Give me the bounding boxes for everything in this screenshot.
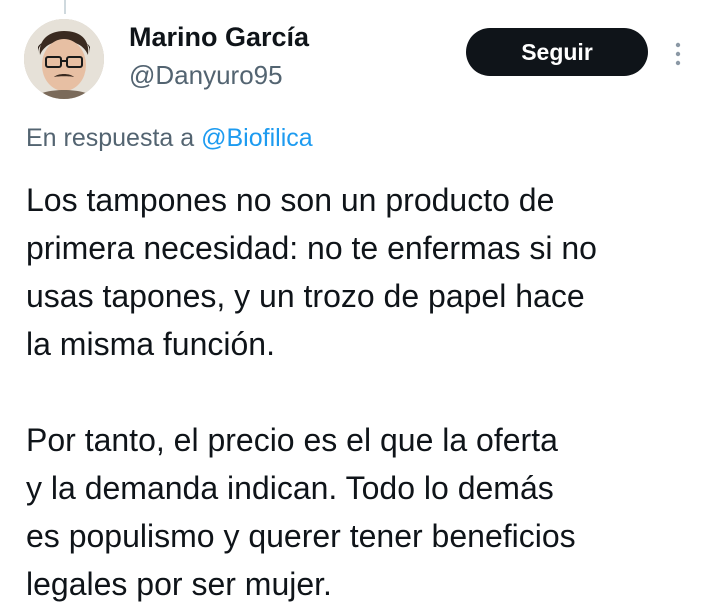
more-options-button[interactable]	[668, 36, 688, 72]
tweet-paragraph: Los tampones no son un producto de prime…	[26, 182, 597, 362]
reply-mention-link[interactable]: @Biofilica	[201, 124, 313, 152]
reply-context: En respuesta a @Biofilica	[26, 124, 313, 153]
user-avatar-photo-icon	[24, 19, 104, 99]
avatar[interactable]	[24, 19, 104, 99]
author-handle[interactable]: @Danyuro95	[129, 60, 283, 91]
tweet-text: Los tampones no son un producto de prime…	[26, 176, 706, 608]
reply-prefix: En respuesta a	[26, 124, 195, 152]
tweet-paragraph: Por tanto, el precio es el que la oferta…	[26, 422, 576, 602]
author-display-name[interactable]: Marino García	[129, 22, 309, 53]
more-vertical-icon	[675, 42, 681, 66]
follow-button[interactable]: Seguir	[466, 28, 648, 76]
thread-connector-line	[64, 0, 66, 14]
